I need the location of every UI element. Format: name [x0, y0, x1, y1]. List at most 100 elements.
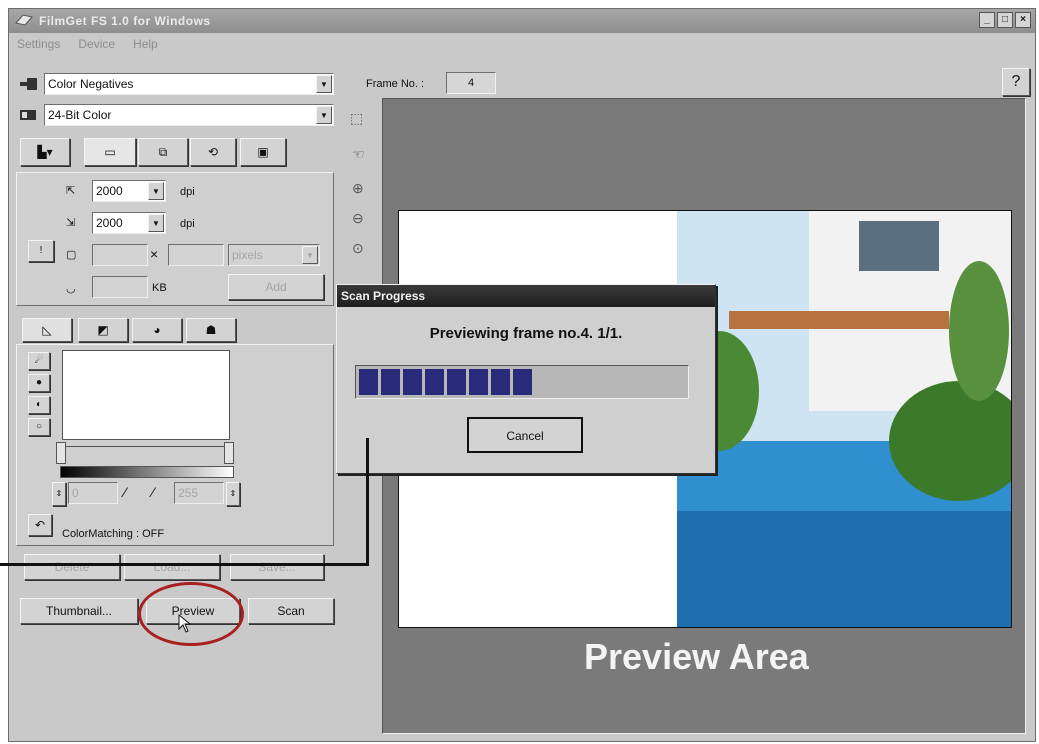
- film-type-icon: [20, 78, 37, 90]
- white-point-spinner[interactable]: ⇕: [226, 482, 240, 506]
- zoom-fit-icon[interactable]: ⊙: [352, 240, 364, 257]
- frame-number-label: Frame No. :: [366, 78, 425, 90]
- progress-block: [513, 369, 532, 395]
- tab-unsharp[interactable]: ☗: [186, 318, 236, 342]
- input-resolution-value: 2000: [96, 184, 123, 198]
- menu-settings[interactable]: Settings: [17, 37, 60, 51]
- height-field[interactable]: [168, 244, 224, 266]
- fit-icon: ▣: [257, 145, 269, 159]
- tab-color-balance[interactable]: ◩: [78, 318, 128, 342]
- copy-icon: ⧉: [158, 145, 168, 159]
- save-button[interactable]: Save...: [230, 554, 324, 580]
- scan-button[interactable]: Scan: [248, 598, 334, 624]
- eyedropper-icon[interactable]: ⁄: [152, 484, 154, 500]
- width-field[interactable]: [92, 244, 148, 266]
- hand-icon[interactable]: ☜: [352, 146, 365, 163]
- crop-icon[interactable]: ⬚: [350, 110, 363, 127]
- black-point-icon: ●: [35, 377, 43, 388]
- size-unit-value: pixels: [232, 248, 263, 262]
- levels-track[interactable]: [60, 446, 234, 466]
- cancel-button[interactable]: Cancel: [467, 417, 583, 453]
- chevron-down-icon[interactable]: ▼: [302, 246, 318, 264]
- filesize-unit-label: KB: [152, 282, 167, 294]
- white-eyedropper-button[interactable]: ○: [28, 418, 50, 436]
- frame-rotate-button[interactable]: ⟲: [190, 138, 236, 166]
- wand-icon: ☄: [34, 355, 44, 366]
- scan-progress-dialog: Scan Progress Previewing frame no.4. 1/1…: [336, 284, 716, 474]
- chevron-down-icon[interactable]: ▼: [148, 214, 164, 232]
- chevron-down-icon[interactable]: ▼: [148, 182, 164, 200]
- auto-tone-button[interactable]: ☄: [28, 352, 50, 370]
- black-point-slider[interactable]: [56, 442, 66, 464]
- maximize-button[interactable]: □: [997, 12, 1013, 28]
- progress-block: [447, 369, 466, 395]
- progress-block: [381, 369, 400, 395]
- frame-single-button[interactable]: ▭: [84, 138, 136, 166]
- help-button[interactable]: ?: [1002, 68, 1030, 96]
- film-type-value: Color Negatives: [48, 77, 134, 91]
- black-eyedropper-button[interactable]: ●: [28, 374, 50, 392]
- black-point-value: 0: [72, 486, 79, 500]
- color-mode-icon: [20, 110, 36, 120]
- size-icon: ▢: [66, 249, 77, 261]
- lock-ratio-button[interactable]: !: [28, 240, 54, 262]
- scanner-menu-button[interactable]: ▙▾: [20, 138, 70, 166]
- curves-icon: ◺: [42, 323, 52, 337]
- input-dpi-label: dpi: [180, 186, 195, 198]
- window-title: FilmGet FS 1.0 for Windows: [39, 14, 211, 28]
- preview-area-label: Preview Area: [584, 636, 809, 677]
- thumbnail-button[interactable]: Thumbnail...: [20, 598, 138, 624]
- menu-device[interactable]: Device: [78, 37, 115, 51]
- eyedropper-icon[interactable]: ⁄: [124, 484, 126, 500]
- white-point-icon: ○: [35, 421, 43, 432]
- sharpen-icon: ☗: [205, 323, 217, 337]
- color-mode-value: 24-Bit Color: [48, 108, 112, 122]
- progress-block: [403, 369, 422, 395]
- tab-color-mixer[interactable]: ◕: [132, 318, 182, 342]
- black-point-field[interactable]: 0: [68, 482, 118, 504]
- frame-fit-button[interactable]: ▣: [240, 138, 286, 166]
- input-resolution-icon: ⇱: [66, 185, 76, 197]
- output-dpi-label: dpi: [180, 218, 195, 230]
- load-button[interactable]: Load...: [124, 554, 220, 580]
- color-mode-select[interactable]: 24-Bit Color ▼: [44, 104, 334, 126]
- delete-button[interactable]: Delete: [24, 554, 120, 580]
- menu-bar: Settings Device Help: [9, 33, 1035, 55]
- progress-block: [469, 369, 488, 395]
- size-unit-select[interactable]: pixels ▼: [228, 244, 320, 266]
- chevron-down-icon[interactable]: ▼: [316, 106, 332, 124]
- annotation-line: [0, 563, 368, 566]
- add-button[interactable]: Add: [228, 274, 324, 300]
- white-point-value: 255: [178, 486, 199, 500]
- filesize-field[interactable]: [92, 276, 148, 298]
- app-icon: [15, 14, 33, 26]
- progress-block: [491, 369, 510, 395]
- frame-copy-button[interactable]: ⧉: [138, 138, 188, 166]
- input-resolution-select[interactable]: 2000 ▼: [92, 180, 166, 202]
- chevron-down-icon[interactable]: ▼: [316, 75, 332, 93]
- progress-block: [425, 369, 444, 395]
- progress-message: Previewing frame no.4. 1/1.: [429, 325, 623, 342]
- gray-eyedropper-button[interactable]: ◐: [28, 396, 50, 414]
- film-type-select[interactable]: Color Negatives ▼: [44, 73, 334, 95]
- reset-button[interactable]: ↶: [28, 514, 52, 536]
- mouse-cursor-icon: [178, 614, 192, 633]
- white-point-slider[interactable]: [224, 442, 234, 464]
- color-matching-status: ColorMatching : OFF: [62, 528, 165, 540]
- zoom-in-icon[interactable]: ⊕: [352, 180, 364, 197]
- frame-number-value: 4: [467, 77, 475, 89]
- multiply-icon: ×: [150, 246, 159, 262]
- white-point-field[interactable]: 255: [174, 482, 224, 504]
- title-bar: FilmGet FS 1.0 for Windows _ □ ×: [9, 9, 1035, 33]
- menu-help[interactable]: Help: [133, 37, 158, 51]
- gray-point-icon: ◐: [35, 399, 43, 410]
- output-resolution-select[interactable]: 2000 ▼: [92, 212, 166, 234]
- tab-curves[interactable]: ◺: [22, 318, 72, 342]
- balance-icon: ◩: [97, 323, 109, 337]
- progress-block: [359, 369, 378, 395]
- black-point-spinner[interactable]: ⇕: [52, 482, 66, 506]
- minimize-button[interactable]: _: [979, 12, 995, 28]
- annotation-line: [366, 438, 369, 566]
- zoom-out-icon[interactable]: ⊖: [352, 210, 364, 227]
- close-button[interactable]: ×: [1015, 12, 1031, 28]
